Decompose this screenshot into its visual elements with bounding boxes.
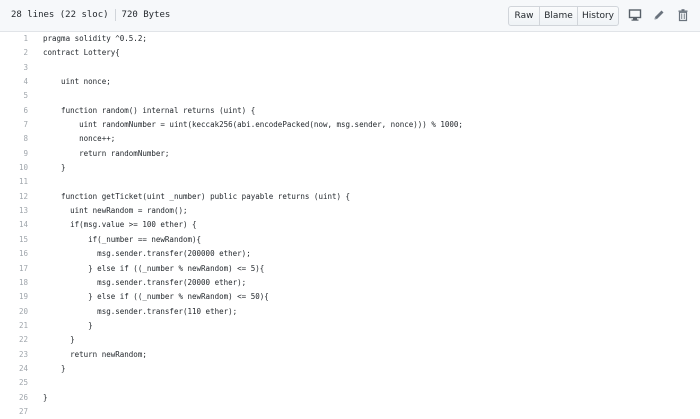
code-line: 18 msg.sender.transfer(20000 ether); — [0, 276, 700, 290]
line-number[interactable]: 18 — [0, 276, 28, 290]
code-line: 10 } — [0, 161, 700, 175]
file-info: 28 lines (22 sloc) 720 Bytes — [11, 9, 170, 21]
code-line: 20 msg.sender.transfer(110 ether); — [0, 305, 700, 319]
line-number[interactable]: 21 — [0, 319, 28, 333]
line-number[interactable]: 12 — [0, 190, 28, 204]
line-number[interactable]: 7 — [0, 118, 28, 132]
line-number[interactable]: 24 — [0, 362, 28, 376]
line-number[interactable]: 26 — [0, 391, 28, 405]
line-number[interactable]: 8 — [0, 132, 28, 146]
code-line: 11 — [0, 175, 700, 189]
line-code: msg.sender.transfer(110 ether); — [43, 306, 238, 316]
code-line: 24 } — [0, 362, 700, 376]
line-number[interactable]: 6 — [0, 104, 28, 118]
code-line: 16 msg.sender.transfer(200000 ether); — [0, 247, 700, 261]
code-line: 2 contract Lottery{ — [0, 46, 700, 60]
line-number[interactable]: 27 — [0, 405, 28, 419]
code-line: 6 function random() internal returns (ui… — [0, 104, 700, 118]
line-count: 28 lines (22 sloc) — [11, 10, 109, 20]
file-header: 28 lines (22 sloc) 720 Bytes Raw Blame H… — [0, 0, 700, 32]
line-code: } — [43, 363, 66, 373]
info-divider — [114, 9, 116, 21]
code-line: 1 pragma solidity ^0.5.2; — [0, 32, 700, 46]
code-line: 4 uint nonce; — [0, 75, 700, 89]
line-code: uint randomNumber = uint(keccak256(abi.e… — [43, 120, 463, 130]
line-code: function random() internal returns (uint… — [43, 105, 256, 115]
blame-button[interactable]: Blame — [539, 6, 578, 26]
line-code: msg.sender.transfer(20000 ether); — [43, 277, 247, 287]
code-line: 8 nonce++; — [0, 132, 700, 146]
line-code: pragma solidity ^0.5.2; — [43, 34, 147, 43]
code-line: 19 } else if ((_number % newRandom) <= 5… — [0, 290, 700, 304]
line-number[interactable]: 25 — [0, 376, 28, 390]
line-number[interactable]: 11 — [0, 175, 28, 189]
code-line: 27 — [0, 405, 700, 419]
line-number[interactable]: 19 — [0, 290, 28, 304]
code-line: 25 — [0, 376, 700, 390]
line-number[interactable]: 23 — [0, 348, 28, 362]
code-line: 22 } — [0, 333, 700, 347]
code-line: 17 } else if ((_number % newRandom) <= 5… — [0, 262, 700, 276]
line-code: uint nonce; — [43, 77, 111, 87]
file-size: 720 Bytes — [121, 10, 171, 20]
line-code: return newRandom; — [43, 349, 147, 359]
line-number[interactable]: 9 — [0, 147, 28, 161]
line-code: function getTicket(uint _number) public … — [43, 191, 351, 201]
trash-icon[interactable] — [676, 8, 690, 22]
raw-button[interactable]: Raw — [508, 6, 540, 26]
code-line: 5 — [0, 89, 700, 103]
line-number[interactable]: 22 — [0, 333, 28, 347]
line-code: } — [43, 392, 48, 402]
code-line: 21 } — [0, 319, 700, 333]
code-line: 26} — [0, 391, 700, 405]
line-number[interactable]: 14 — [0, 218, 28, 232]
line-code: } — [43, 320, 93, 330]
file-actions-button-group: Raw Blame History — [508, 6, 619, 26]
line-number[interactable]: 1 — [0, 32, 28, 46]
code-view: 1 pragma solidity ^0.5.2; 2 contract Lotter… — [0, 32, 700, 419]
pencil-icon[interactable] — [652, 8, 666, 22]
code-line: 23 return newRandom; — [0, 348, 700, 362]
line-number[interactable]: 16 — [0, 247, 28, 261]
line-number[interactable]: 15 — [0, 233, 28, 247]
code-line: 9 return randomNumber; — [0, 147, 700, 161]
line-number[interactable]: 17 — [0, 262, 28, 276]
line-code: msg.sender.transfer(200000 ether); — [43, 249, 251, 259]
line-number[interactable]: 4 — [0, 75, 28, 89]
line-number[interactable]: 13 — [0, 204, 28, 218]
code-line: 12 function getTicket(uint _number) publ… — [0, 190, 700, 204]
history-button[interactable]: History — [577, 6, 619, 26]
line-code: } else if ((_number % newRandom) <= 50){ — [43, 292, 269, 302]
line-number[interactable]: 5 — [0, 89, 28, 103]
line-code: if(_number == newRandom){ — [43, 234, 202, 244]
code-line: 14 if(msg.value >= 100 ether) { — [0, 218, 700, 232]
line-number[interactable]: 2 — [0, 46, 28, 60]
line-code: contract Lottery{ — [43, 48, 120, 58]
line-code: if(msg.value >= 100 ether) { — [43, 220, 197, 230]
desktop-icon[interactable] — [628, 8, 642, 22]
line-code: return randomNumber; — [43, 148, 170, 158]
code-line: 15 if(_number == newRandom){ — [0, 233, 700, 247]
line-code: } — [43, 163, 66, 173]
code-line: 3 — [0, 61, 700, 75]
line-number[interactable]: 20 — [0, 305, 28, 319]
line-code: } — [43, 335, 75, 345]
line-code: uint newRandom = random(); — [43, 206, 188, 216]
code-line: 7 uint randomNumber = uint(keccak256(abi… — [0, 118, 700, 132]
line-number[interactable]: 3 — [0, 61, 28, 75]
code-line: 13 uint newRandom = random(); — [0, 204, 700, 218]
line-code: } else if ((_number % newRandom) <= 5){ — [43, 263, 265, 273]
line-number[interactable]: 10 — [0, 161, 28, 175]
line-code: nonce++; — [43, 134, 116, 144]
